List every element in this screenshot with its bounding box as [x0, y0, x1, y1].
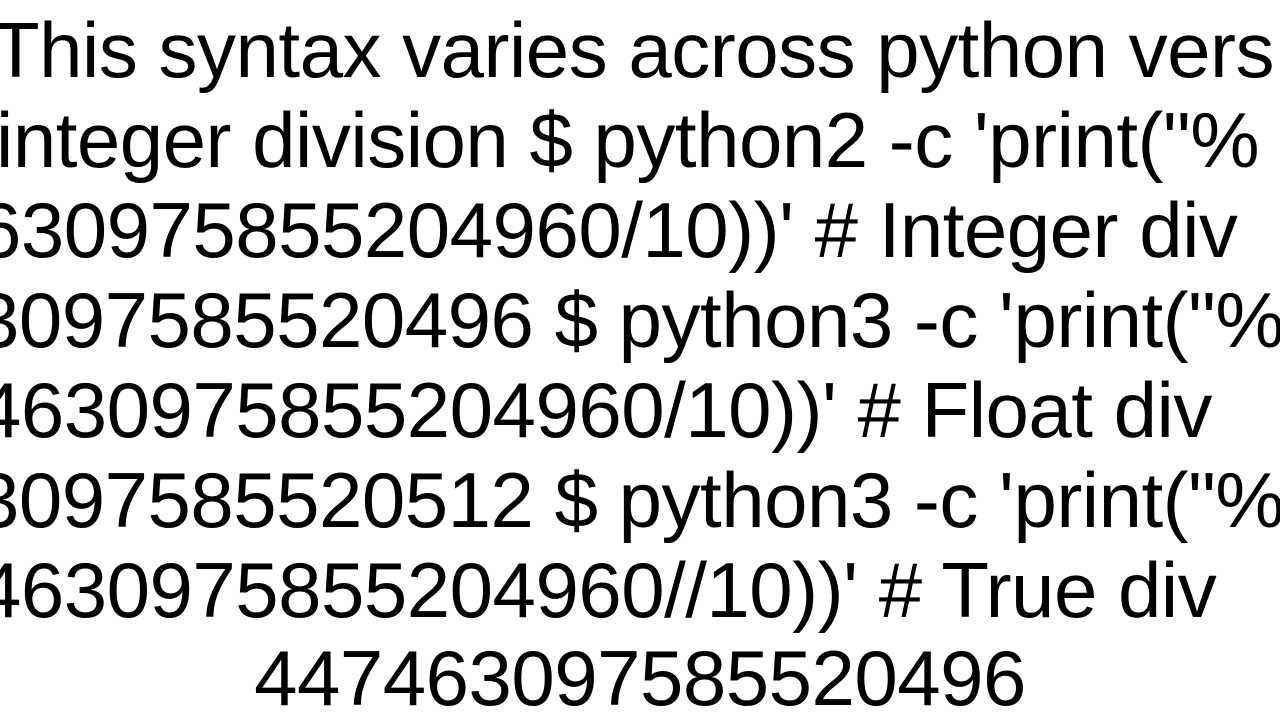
- text-line-4: 3097585520496 $ python3 -c 'print("%: [0, 276, 1280, 366]
- text-line-3: 630975855204960/10))' # Integer div: [0, 186, 1237, 276]
- text-line-7: 4630975855204960//10))' # True div: [0, 546, 1216, 636]
- text-line-5: 4630975855204960/10))' # Float div: [0, 366, 1212, 456]
- text-line-2: integer division $ python2 -c 'print("%: [0, 96, 1259, 186]
- text-line-6: 3097585520512 $ python3 -c 'print("%: [0, 456, 1280, 546]
- text-line-8: 447463097585520496: [0, 634, 1280, 724]
- text-line-1: This syntax varies across python vers: [0, 6, 1274, 96]
